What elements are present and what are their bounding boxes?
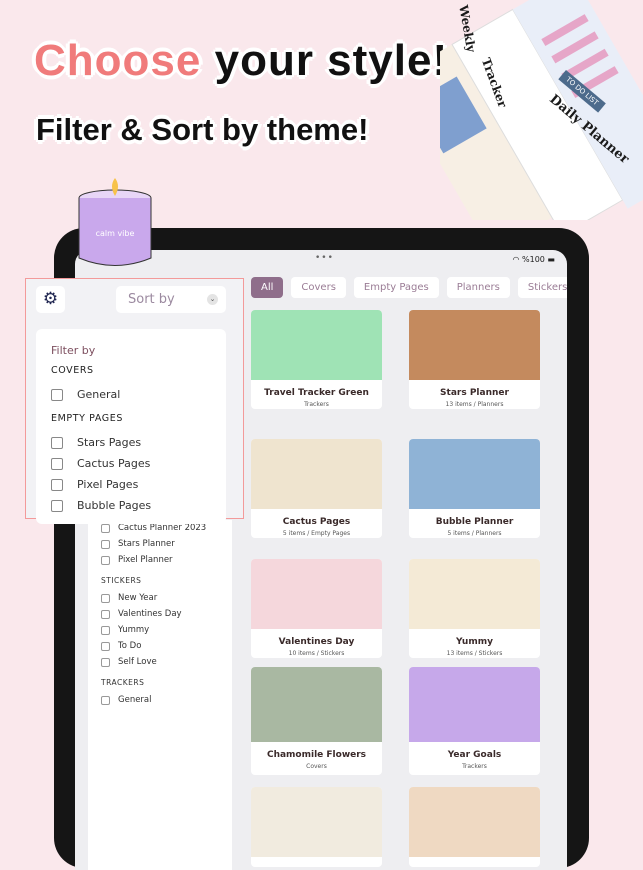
filter-stars-pages[interactable]: Stars Pages	[51, 432, 226, 453]
item-thumbnail	[251, 787, 382, 857]
candle-text: calm vibe	[96, 229, 135, 238]
item-title: Stars Planner	[440, 388, 509, 398]
stickers-heading: STICKERS	[101, 576, 142, 585]
filter-bubble-pages[interactable]: Bubble Pages	[51, 495, 226, 516]
battery-indicator: ◠ %100 ▬	[512, 255, 555, 264]
candle-illustration: calm vibe	[78, 178, 152, 266]
filter-to-do[interactable]: To Do	[88, 638, 232, 654]
filter-self-love[interactable]: Self Love	[88, 654, 232, 670]
empty-pages-heading: EMPTY PAGES	[51, 413, 124, 424]
tab-empty-pages[interactable]: Empty Pages	[353, 277, 439, 298]
item-card[interactable]: Year Goals Trackers	[409, 667, 540, 775]
filter-yummy[interactable]: Yummy	[88, 622, 232, 638]
tab-planners[interactable]: Planners	[446, 277, 510, 298]
item-subtitle: Trackers	[304, 401, 329, 408]
item-thumbnail	[251, 310, 382, 380]
filter-panel: Filter by COVERS General EMPTY PAGES Sta…	[36, 329, 226, 524]
item-card[interactable]: Cactus Pages 5 items / Empty Pages	[251, 439, 382, 538]
item-thumbnail	[409, 667, 540, 742]
item-thumbnail	[409, 310, 540, 380]
filter-title: Filter by	[51, 344, 96, 357]
sort-by-dropdown[interactable]: Sort by ⌄	[116, 286, 226, 313]
filter-sidebar: Cactus Planner 2023 Stars Planner Pixel …	[88, 520, 232, 870]
item-title: Cactus Pages	[282, 517, 351, 527]
item-thumbnail	[251, 667, 382, 742]
chevron-down-icon: ⌄	[207, 294, 218, 305]
filter-popup-zoom: ⚙ Sort by ⌄ Filter by COVERS General EMPT…	[25, 278, 244, 524]
subtitle: Filter & Sort by theme!	[36, 112, 369, 147]
item-subtitle: Covers	[306, 763, 327, 770]
gear-icon[interactable]: ⚙	[36, 286, 65, 313]
item-title: Year Goals	[447, 750, 502, 760]
tab-covers[interactable]: Covers	[291, 277, 346, 298]
filter-stars-planner[interactable]: Stars Planner	[88, 536, 232, 552]
item-card[interactable]	[251, 787, 382, 867]
item-subtitle: 13 items / Stickers	[446, 650, 503, 657]
item-title: Bubble Planner	[435, 517, 514, 527]
item-subtitle: 5 items / Empty Pages	[282, 530, 351, 537]
item-thumbnail	[251, 559, 382, 629]
filter-covers-general[interactable]: General	[51, 384, 226, 405]
category-tabs: All Covers Empty Pages Planners Stickers…	[251, 277, 567, 298]
item-title: Valentines Day	[278, 637, 355, 647]
item-card[interactable]: Chamomile Flowers Covers	[251, 667, 382, 775]
item-card[interactable]: Valentines Day 10 items / Stickers	[251, 559, 382, 658]
filter-valentines-day[interactable]: Valentines Day	[88, 606, 232, 622]
trackers-heading: TRACKERS	[101, 678, 145, 687]
tab-stickers[interactable]: Stickers	[517, 277, 567, 298]
item-card[interactable]: Stars Planner 13 items / Planners	[409, 310, 540, 409]
item-thumbnail	[409, 787, 540, 857]
headline: Choose your style!	[34, 36, 449, 85]
filter-new-year[interactable]: New Year	[88, 590, 232, 606]
item-title: Chamomile Flowers	[266, 750, 367, 760]
item-title: Travel Tracker Green	[264, 388, 369, 398]
filter-trackers-general[interactable]: General	[88, 692, 232, 708]
filter-pixel-planner[interactable]: Pixel Planner	[88, 552, 232, 568]
item-subtitle: Trackers	[462, 763, 487, 770]
item-card[interactable]	[409, 787, 540, 867]
item-card[interactable]: Yummy 13 items / Stickers	[409, 559, 540, 658]
item-subtitle: 10 items / Stickers	[288, 650, 345, 657]
item-thumbnail	[251, 439, 382, 509]
filter-cactus-pages[interactable]: Cactus Pages	[51, 453, 226, 474]
item-subtitle: 13 items / Planners	[445, 401, 504, 408]
item-card[interactable]: Travel Tracker Green Trackers	[251, 310, 382, 409]
item-title: Yummy	[456, 637, 493, 647]
tab-all[interactable]: All	[251, 277, 284, 298]
item-card[interactable]: Bubble Planner 5 items / Planners	[409, 439, 540, 538]
item-thumbnail	[409, 439, 540, 509]
item-thumbnail	[409, 559, 540, 629]
item-subtitle: 5 items / Planners	[447, 530, 502, 537]
covers-heading: COVERS	[51, 365, 94, 376]
filter-pixel-pages[interactable]: Pixel Pages	[51, 474, 226, 495]
